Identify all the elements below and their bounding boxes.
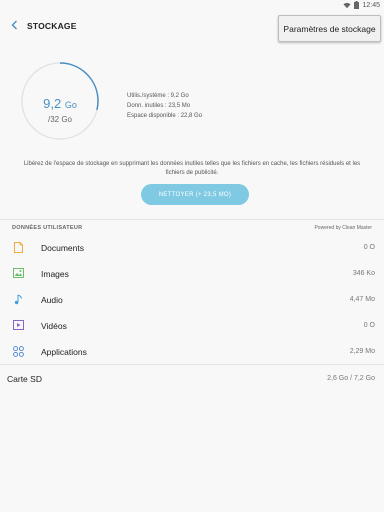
sd-divider xyxy=(0,364,384,365)
detail-available: Espace disponible : 22,8 Go xyxy=(127,113,203,119)
section-divider xyxy=(0,219,384,220)
total-storage-value: /32 Go xyxy=(47,115,72,124)
storage-settings-button[interactable]: Paramètres de stockage xyxy=(278,15,381,42)
row-size: 0 O xyxy=(363,244,375,251)
app-bar: STOCKAGE Paramètres de stockage xyxy=(0,12,384,42)
storage-row-documents[interactable]: Documents 0 O xyxy=(0,235,384,261)
row-size: 0 O xyxy=(363,322,375,329)
row-label: Applications xyxy=(41,347,87,357)
status-time: 12:45 xyxy=(362,1,380,9)
document-icon xyxy=(12,241,24,253)
row-label: Images xyxy=(41,269,69,279)
storage-summary: 9,2 Go /32 Go Utilis./système : 9,2 Go D… xyxy=(0,40,384,218)
storage-row-videos[interactable]: Vidéos 0 O xyxy=(0,313,384,339)
status-icons: 12:45 xyxy=(343,1,380,9)
battery-icon xyxy=(354,1,360,9)
storage-row-audio[interactable]: Audio 4,47 Mo xyxy=(0,287,384,313)
cleanup-info-text: Libérez de l'espace de stockage en suppr… xyxy=(23,161,361,176)
back-button[interactable] xyxy=(7,18,21,32)
used-unit: Go xyxy=(64,100,77,110)
row-size: 4,47 Mo xyxy=(349,296,375,303)
storage-row-images[interactable]: Images 346 Ko xyxy=(0,261,384,287)
detail-junk: Donn. inutiles : 23,5 Mo xyxy=(127,103,191,109)
row-size: 346 Ko xyxy=(352,270,375,277)
sd-card-row[interactable]: Carte SD 2,6 Go / 7,2 Go xyxy=(0,366,384,390)
status-bar: 12:45 xyxy=(0,0,384,12)
video-icon xyxy=(12,319,24,331)
section-title: DONNÉES UTILISATEUR xyxy=(12,225,83,231)
used-number: 9,2 xyxy=(43,96,62,111)
detail-system: Utilis./système : 9,2 Go xyxy=(127,93,189,99)
image-icon xyxy=(12,267,24,279)
wifi-icon xyxy=(343,2,352,8)
storage-row-applications[interactable]: Applications 2,29 Mo xyxy=(0,339,384,365)
used-storage-value: 9,2 Go xyxy=(20,96,100,111)
sd-card-label: Carte SD xyxy=(7,374,42,384)
music-note-icon xyxy=(12,293,24,305)
user-data-header: DONNÉES UTILISATEUR Powered by Clean Mas… xyxy=(0,224,384,234)
powered-by-text: Powered by Clean Master xyxy=(314,225,372,231)
row-label: Documents xyxy=(41,243,84,253)
row-label: Vidéos xyxy=(41,321,67,331)
sd-card-size: 2,6 Go / 7,2 Go xyxy=(327,375,375,382)
chevron-left-icon xyxy=(11,20,17,30)
apps-icon xyxy=(12,345,24,357)
clean-button[interactable]: NETTOYER (+ 23,5 MO) xyxy=(141,184,249,205)
row-size: 2,29 Mo xyxy=(349,348,375,355)
storage-details: Utilis./système : 9,2 Go Donn. inutiles … xyxy=(127,91,202,121)
row-label: Audio xyxy=(41,295,63,305)
page-title: STOCKAGE xyxy=(27,21,77,31)
